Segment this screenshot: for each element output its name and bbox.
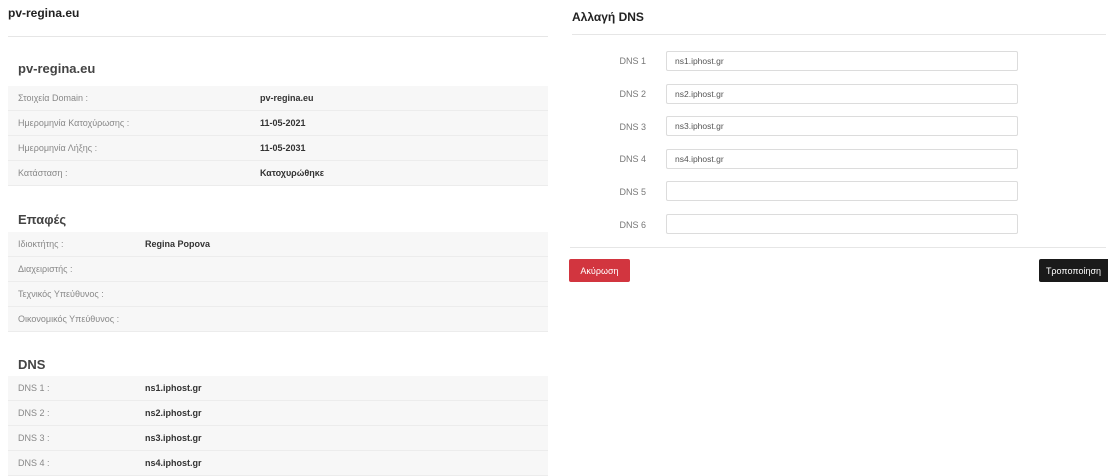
info-label: Ημερομηνία Κατοχύρωσης : — [18, 118, 130, 128]
change-dns-title: Αλλαγή DNS — [572, 10, 644, 24]
dns-6-input[interactable] — [666, 214, 1018, 234]
cancel-button[interactable]: Ακύρωση — [569, 259, 630, 282]
dns-row-label: DNS 1 : — [18, 383, 50, 393]
contact-label: Τεχνικός Υπεύθυνος : — [18, 289, 104, 299]
dns-2-input[interactable] — [666, 84, 1018, 104]
dns-table: DNS 1 : ns1.iphost.gr DNS 2 : ns2.iphost… — [8, 376, 548, 476]
dns-field-label-3: DNS 3 — [619, 122, 646, 132]
dns-row-label: DNS 2 : — [18, 408, 50, 418]
domain-page-title: pv-regina.eu — [8, 6, 80, 20]
contact-row-owner: Ιδιοκτήτης : Regina Popova — [8, 232, 548, 257]
info-value: Κατοχυρώθηκε — [260, 168, 325, 178]
info-row-domain: Στοιχεία Domain : pv-regina.eu — [8, 86, 548, 111]
contact-label: Ιδιοκτήτης : — [18, 239, 64, 249]
info-row-status: Κατάσταση : Κατοχυρώθηκε — [8, 161, 548, 186]
contact-row-billing: Οικονομικός Υπεύθυνος : — [8, 307, 548, 332]
dns-field-label-1: DNS 1 — [619, 56, 646, 66]
info-value: pv-regina.eu — [260, 93, 314, 103]
info-label: Κατάσταση : — [18, 168, 68, 178]
dns-1-input[interactable] — [666, 51, 1018, 71]
dns-row-label: DNS 3 : — [18, 433, 50, 443]
info-value: 11-05-2031 — [260, 143, 306, 153]
domain-heading: pv-regina.eu — [18, 61, 96, 76]
dns-row: DNS 1 : ns1.iphost.gr — [8, 376, 548, 401]
dns-field-label-2: DNS 2 — [619, 89, 646, 99]
contact-row-admin: Διαχειριστής : — [8, 257, 548, 282]
dns-field-label-4: DNS 4 — [619, 154, 646, 164]
dns-row-value: ns3.iphost.gr — [145, 433, 202, 443]
dns-field-label-6: DNS 6 — [619, 220, 646, 230]
dns-5-input[interactable] — [666, 181, 1018, 201]
info-row-expiry-date: Ημερομηνία Λήξης : 11-05-2031 — [8, 136, 548, 161]
dns-row-value: ns2.iphost.gr — [145, 408, 202, 418]
dns-4-input[interactable] — [666, 149, 1018, 169]
contact-label: Διαχειριστής : — [18, 264, 73, 274]
domain-info-table: Στοιχεία Domain : pv-regina.eu Ημερομηνί… — [8, 86, 548, 186]
divider — [570, 247, 1106, 248]
info-label: Ημερομηνία Λήξης : — [18, 143, 98, 153]
contact-row-technical: Τεχνικός Υπεύθυνος : — [8, 282, 548, 307]
dns-row-value: ns4.iphost.gr — [145, 458, 202, 468]
info-label: Στοιχεία Domain : — [18, 93, 89, 103]
contacts-table: Ιδιοκτήτης : Regina Popova Διαχειριστής … — [8, 232, 548, 332]
dns-field-label-5: DNS 5 — [619, 187, 646, 197]
contacts-heading: Επαφές — [18, 212, 67, 227]
dns-row: DNS 4 : ns4.iphost.gr — [8, 451, 548, 476]
dns-3-input[interactable] — [666, 116, 1018, 136]
dns-row-label: DNS 4 : — [18, 458, 50, 468]
info-row-registration-date: Ημερομηνία Κατοχύρωσης : 11-05-2021 — [8, 111, 548, 136]
modify-button[interactable]: Τροποποίηση — [1039, 259, 1108, 282]
dns-heading: DNS — [18, 357, 46, 372]
divider — [8, 36, 548, 37]
dns-row: DNS 2 : ns2.iphost.gr — [8, 401, 548, 426]
divider — [572, 34, 1106, 35]
contact-label: Οικονομικός Υπεύθυνος : — [18, 314, 120, 324]
info-value: 11-05-2021 — [260, 118, 306, 128]
dns-row-value: ns1.iphost.gr — [145, 383, 202, 393]
contact-value: Regina Popova — [145, 239, 211, 249]
dns-row: DNS 3 : ns3.iphost.gr — [8, 426, 548, 451]
